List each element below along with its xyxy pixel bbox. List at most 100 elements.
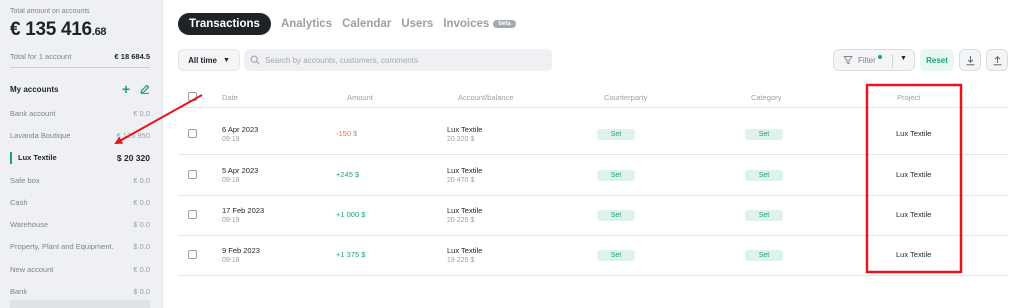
set-category-button[interactable]: Set — [745, 129, 783, 140]
search-input[interactable] — [265, 55, 545, 65]
row-balance: 19 225 $ — [447, 257, 475, 264]
account-item-lavanda-boutique[interactable]: Lavanda Boutique € 126 950 — [0, 124, 162, 146]
tab-users[interactable]: Users — [401, 18, 433, 30]
account-item-lux-textile[interactable]: Lux Textile $ 20 320 — [0, 147, 162, 169]
filter-button[interactable]: Filter ▼ — [833, 49, 915, 71]
reset-button[interactable]: Reset — [920, 49, 954, 71]
filter-dropdown-icon[interactable]: ▼ — [900, 55, 907, 62]
row-project: Lux Textile — [896, 129, 932, 138]
selected-total-value: € 18 684.5 — [114, 52, 150, 61]
sidebar: Total amount on accounts € 135 416.68 To… — [0, 0, 163, 308]
tab-invoices[interactable]: Invoices beta — [443, 18, 516, 30]
account-name: Property, Plant and Equipment. — [10, 242, 114, 252]
account-name: Safe box — [10, 175, 40, 185]
set-counterparty-button[interactable]: Set — [597, 170, 635, 181]
set-counterparty-button[interactable]: Set — [597, 210, 635, 221]
header-amount: Amount — [347, 93, 373, 102]
row-balance: 20 320 $ — [447, 136, 475, 143]
filter-label: Filter — [858, 55, 876, 65]
account-amount: € 0.0 — [133, 175, 150, 185]
account-amount: € 0.0 — [133, 264, 150, 274]
row-account: Lux Textile — [447, 166, 483, 175]
row-time: 09:18 — [222, 177, 240, 184]
row-account: Lux Textile — [447, 206, 483, 215]
row-balance: 20 225 $ — [447, 217, 475, 224]
row-date: 17 Feb 2023 — [222, 206, 265, 215]
row-checkbox[interactable] — [188, 210, 197, 219]
download-icon — [966, 55, 974, 65]
accounts-title: My accounts — [10, 84, 59, 94]
row-amount: +1 000 $ — [336, 210, 366, 219]
main-tabs: Transactions Analytics Calendar Users In… — [178, 13, 516, 35]
account-item-bank-account[interactable]: Bank account € 0.0 — [0, 102, 162, 124]
account-amount: $ 0.0 — [133, 242, 150, 252]
table-row[interactable]: 17 Feb 2023 09:19 +1 000 $ Lux Textile 2… — [178, 195, 1008, 236]
account-name: New account — [10, 264, 54, 274]
table-row[interactable]: 5 Apr 2023 09:18 +245 $ Lux Textile 20 4… — [178, 155, 1008, 196]
edit-pencil-icon[interactable] — [140, 84, 150, 94]
row-project: Lux Textile — [896, 210, 932, 219]
total-amount-value: € 135 416.68 — [10, 19, 107, 41]
row-amount: +245 $ — [336, 170, 360, 179]
set-category-button[interactable]: Set — [745, 250, 783, 261]
account-item-warehouse[interactable]: Warehouse $ 0.0 — [0, 213, 162, 235]
header-category: Category — [751, 93, 782, 102]
add-account-icon[interactable]: + — [122, 82, 130, 96]
row-date: 6 Apr 2023 — [222, 125, 259, 134]
tab-calendar[interactable]: Calendar — [342, 18, 391, 30]
account-amount: € 126 950 — [116, 130, 150, 140]
tab-invoices-label: Invoices — [443, 18, 490, 30]
header-date: Date — [222, 93, 238, 102]
row-project: Lux Textile — [896, 250, 932, 259]
row-time: 09:19 — [222, 136, 240, 143]
row-time: 09:19 — [222, 217, 240, 224]
row-date: 5 Apr 2023 — [222, 166, 259, 175]
row-amount: -150 $ — [336, 129, 358, 138]
tab-transactions[interactable]: Transactions — [178, 13, 271, 35]
table-row[interactable]: 6 Apr 2023 09:19 -150 $ Lux Textile 20 3… — [178, 114, 1008, 155]
tab-analytics[interactable]: Analytics — [281, 18, 332, 30]
row-account: Lux Textile — [447, 246, 483, 255]
upload-icon — [993, 55, 1001, 65]
selected-total-row: Total for 1 account € 18 684.5 — [10, 52, 150, 61]
filter-active-dot — [877, 55, 882, 59]
period-select[interactable]: All time ▼ — [178, 49, 240, 71]
account-item-new-account[interactable]: New account € 0.0 — [0, 258, 162, 280]
upload-button[interactable] — [986, 49, 1008, 71]
account-amount: € 0.0 — [133, 197, 150, 207]
row-date: 9 Feb 2023 — [222, 246, 260, 255]
header-account-balance: Account/balance — [458, 93, 514, 102]
download-button[interactable] — [959, 49, 981, 71]
select-all-checkbox[interactable] — [188, 92, 197, 101]
accounts-list: Bank account € 0.0 Lavanda Boutique € 126 … — [0, 102, 162, 303]
period-value: All time — [188, 55, 217, 65]
header-project: Project — [897, 93, 921, 102]
sidebar-bottom-panel — [10, 300, 150, 308]
row-checkbox[interactable] — [188, 250, 197, 259]
account-name: Bank account — [10, 108, 56, 118]
accounts-actions: + — [122, 82, 150, 96]
row-account: Lux Textile — [447, 125, 483, 134]
caret-down-icon: ▼ — [222, 56, 230, 64]
set-counterparty-button[interactable]: Set — [597, 129, 635, 140]
row-balance: 20 470 $ — [447, 177, 475, 184]
row-checkbox[interactable] — [188, 170, 197, 179]
set-counterparty-button[interactable]: Set — [597, 250, 635, 261]
account-item-safe-box[interactable]: Safe box € 0.0 — [0, 169, 162, 191]
table-header: Date Amount Account/balance Counterparty… — [178, 88, 1008, 108]
account-item-property[interactable]: Property, Plant and Equipment. $ 0.0 — [0, 236, 162, 258]
total-amount-main: € 135 416 — [10, 19, 92, 40]
account-amount: $ 20 320 — [116, 152, 150, 163]
account-item-cash[interactable]: Cash € 0.0 — [0, 191, 162, 213]
account-amount: $ 0.0 — [133, 287, 150, 297]
table-row[interactable]: 9 Feb 2023 09:18 +1 375 $ Lux Textile 19… — [178, 235, 1008, 276]
row-checkbox[interactable] — [188, 129, 197, 138]
header-counterparty: Counterparty — [604, 93, 648, 102]
set-category-button[interactable]: Set — [745, 170, 783, 181]
total-amount-cents: .68 — [91, 26, 107, 38]
account-name: Lavanda Boutique — [10, 130, 71, 140]
set-category-button[interactable]: Set — [745, 210, 783, 221]
account-name: Lux Textile — [18, 153, 57, 163]
account-name: Warehouse — [10, 220, 49, 230]
beta-badge: beta — [493, 20, 516, 28]
